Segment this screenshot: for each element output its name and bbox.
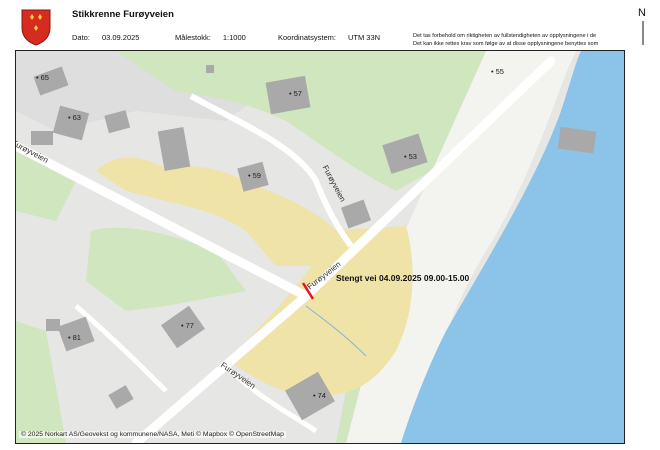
map-header: Stikkrenne Furøyveien Dato: 03.09.2025 Må…	[0, 0, 660, 50]
map-graphics	[16, 51, 624, 443]
address-label: 57	[289, 89, 302, 98]
address-label: 53	[404, 152, 417, 161]
municipality-crest-icon	[21, 9, 51, 46]
date-label: Dato:	[72, 33, 90, 42]
building	[265, 75, 311, 115]
building	[31, 131, 53, 145]
crs-label: Koordinatsystem:	[278, 33, 336, 42]
address-label: 63	[68, 113, 81, 122]
scale-field: Målestokk: 1:1000	[175, 33, 246, 42]
building	[46, 319, 60, 331]
address-label: 59	[248, 171, 261, 180]
disclaimer-line-1: Det tas forbehold om riktigheten av full…	[413, 33, 597, 39]
map-canvas[interactable]: 65 63 57 55 53 59 81 77 74 Furøyveien Fu…	[15, 50, 625, 444]
road-closure-label: Stengt vei 04.09.2025 09.00-15.00	[336, 273, 470, 283]
crs-value: UTM 33N	[347, 33, 381, 42]
scale-value: 1:1000	[222, 33, 246, 42]
disclaimer-line-2: Det kan ikke rettes krav som følge av at…	[413, 41, 599, 47]
date-value: 03.09.2025	[101, 33, 140, 42]
map-attribution: © 2025 Norkart AS/Geovekst og kommunene/…	[19, 431, 286, 438]
north-arrow-icon	[642, 21, 644, 45]
date-field: Dato: 03.09.2025	[72, 33, 139, 42]
crs-field: Koordinatsystem: UTM 33N	[278, 33, 380, 42]
scale-label: Målestokk:	[175, 33, 211, 42]
address-label: 81	[68, 333, 81, 342]
map-title: Stikkrenne Furøyveien	[72, 9, 174, 20]
address-label: 74	[313, 391, 326, 400]
north-arrow: N	[636, 7, 652, 47]
address-label: 65	[36, 73, 49, 82]
address-label: 55	[491, 67, 504, 76]
disclaimer: Det tas forbehold om riktigheten av full…	[413, 32, 623, 48]
building	[206, 65, 214, 73]
address-label: 77	[181, 321, 194, 330]
